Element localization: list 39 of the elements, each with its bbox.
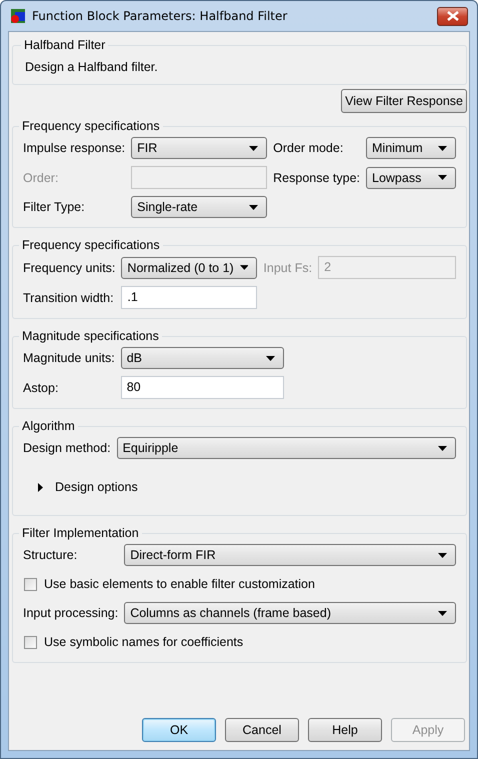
field-label: Magnitude units:	[23, 351, 115, 365]
description-text: Design a Halfband filter.	[25, 59, 159, 74]
group-title: Frequency specifications	[21, 119, 161, 133]
group-title: Algorithm	[21, 419, 76, 433]
view-filter-response-button[interactable]: View Filter Response	[341, 89, 467, 113]
field-label: Filter Type:	[23, 200, 86, 214]
dropdown[interactable]: Minimum	[366, 137, 456, 159]
field-label: Response type:	[273, 170, 360, 184]
dialog-button[interactable]: Cancel	[225, 718, 299, 742]
dropdown[interactable]: Columns as channels (frame based)	[124, 602, 456, 624]
field-label: Frequency units:	[23, 260, 116, 274]
expander[interactable]: Design options	[23, 466, 138, 506]
dropdown[interactable]: Normalized (0 to 1)	[121, 256, 258, 278]
field-label: Input processing:	[23, 606, 118, 620]
dropdown[interactable]: Direct-form FIR	[124, 544, 456, 566]
dialog-button[interactable]: Help	[308, 718, 382, 742]
checkbox-label: Use basic elements to enable filter customization	[44, 577, 315, 591]
field-label: Transition width:	[23, 290, 115, 304]
input-field[interactable]: .1	[121, 286, 258, 309]
field-label: Astop:	[23, 380, 60, 394]
group-title: Frequency specifications	[21, 238, 161, 252]
field-label: Design method:	[23, 441, 111, 455]
dropdown[interactable]: FIR	[131, 137, 268, 159]
group-title: Magnitude specifications	[21, 329, 160, 343]
dropdown[interactable]: Equiripple	[116, 437, 456, 459]
dropdown[interactable]: dB	[120, 347, 284, 369]
dropdown[interactable]: Lowpass	[366, 166, 456, 188]
field-label: Impulse response:	[23, 141, 126, 155]
field-label: Order mode:	[273, 141, 344, 155]
field-label: Structure:	[23, 548, 78, 562]
input-field[interactable]: 80	[120, 376, 284, 399]
dialog-button[interactable]: OK	[142, 718, 216, 742]
window-title: Function Block Parameters: Halfband Filter	[32, 9, 288, 23]
field-label: Order:	[23, 170, 60, 184]
field-label: Input Fs:	[263, 260, 312, 274]
group-title: Filter Implementation	[21, 526, 140, 540]
group-title: Halfband Filter	[23, 38, 106, 52]
checkbox-label: Use symbolic names for coefficients	[44, 635, 244, 649]
dropdown[interactable]: Single-rate	[131, 196, 268, 218]
